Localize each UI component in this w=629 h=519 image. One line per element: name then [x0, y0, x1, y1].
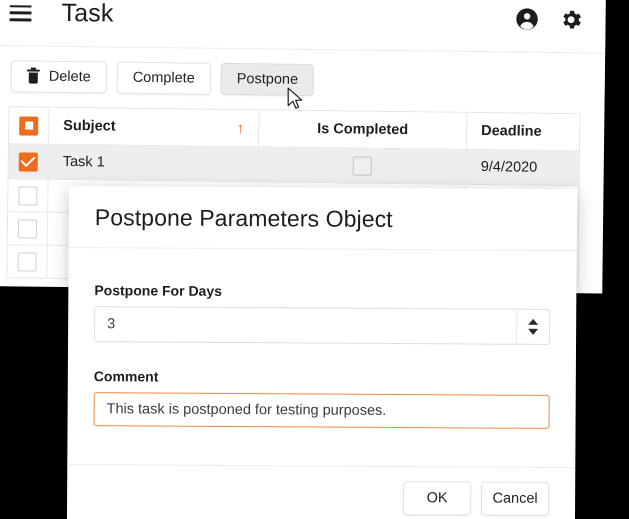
header-select-all-cell — [9, 107, 50, 144]
cell-subject-value: Task 1 — [62, 153, 105, 171]
column-header-subject[interactable]: Subject ↑ — [49, 107, 260, 147]
stepper-buttons[interactable] — [516, 309, 550, 344]
row-select-checkbox[interactable] — [18, 151, 38, 172]
cell-deadline-value: 9/4/2020 — [480, 159, 538, 176]
stepper-decrement-icon[interactable] — [528, 328, 539, 335]
cell-deadline: 9/4/2020 — [467, 150, 579, 185]
cancel-button[interactable]: Cancel — [480, 481, 550, 516]
select-all-checkbox[interactable] — [19, 115, 39, 136]
dialog-title: Postpone Parameters Object — [94, 204, 393, 232]
cell-is-completed — [258, 147, 467, 184]
gear-icon[interactable] — [555, 4, 585, 34]
cancel-button-label: Cancel — [492, 490, 538, 507]
cell-subject: Task 1 — [48, 144, 259, 182]
trash-icon — [26, 69, 40, 85]
postpone-parameters-dialog: Postpone Parameters Object Postpone For … — [66, 186, 577, 519]
action-toolbar: Delete Complete Postpone — [0, 45, 606, 112]
row-select-cell — [8, 144, 49, 179]
sort-ascending-icon: ↑ — [236, 119, 245, 137]
stepper-increment-icon[interactable] — [528, 318, 539, 325]
hamburger-bar — [9, 11, 32, 15]
page-title: Task — [61, 0, 114, 28]
hamburger-bar — [9, 18, 32, 22]
indeterminate-mark-icon — [24, 121, 33, 130]
row-select-cell — [7, 212, 49, 245]
dialog-body: Postpone For Days Comment — [67, 248, 576, 449]
ok-button[interactable]: OK — [402, 481, 472, 516]
postpone-for-days-stepper[interactable] — [94, 306, 551, 345]
row-select-cell — [8, 179, 49, 212]
hamburger-menu-icon[interactable] — [9, 4, 32, 22]
comment-input[interactable] — [93, 392, 550, 429]
comment-label: Comment — [93, 368, 159, 385]
column-header-deadline[interactable]: Deadline — [467, 113, 579, 150]
postpone-for-days-input[interactable] — [95, 307, 517, 344]
check-mark-icon — [20, 152, 36, 168]
account-circle-icon[interactable] — [511, 4, 541, 34]
postpone-button[interactable]: Postpone — [220, 62, 315, 97]
delete-button[interactable]: Delete — [10, 60, 107, 94]
row-select-checkbox[interactable] — [18, 185, 38, 206]
column-header-is-completed[interactable]: Is Completed — [258, 110, 468, 149]
postpone-button-label: Postpone — [236, 71, 299, 88]
column-header-deadline-label: Deadline — [481, 123, 542, 140]
row-select-checkbox[interactable] — [17, 218, 38, 239]
complete-button-label: Complete — [132, 69, 195, 87]
hamburger-bar — [9, 4, 32, 8]
dialog-footer: OK Cancel — [66, 463, 576, 519]
column-header-subject-label: Subject — [63, 117, 116, 135]
dialog-header: Postpone Parameters Object — [68, 186, 577, 252]
postpone-for-days-label: Postpone For Days — [94, 282, 223, 299]
row-select-cell — [7, 245, 48, 278]
screen-root: Task Delete Complete Postpone Subject ↑ … — [0, 0, 629, 519]
column-header-is-completed-label: Is Completed — [317, 121, 409, 139]
ok-button-label: OK — [426, 490, 448, 507]
row-select-checkbox[interactable] — [17, 251, 37, 272]
is-completed-checkbox[interactable] — [352, 155, 372, 176]
header-spacer — [113, 14, 497, 19]
app-header: Task — [0, 0, 606, 54]
complete-button[interactable]: Complete — [116, 61, 211, 95]
delete-button-label: Delete — [48, 68, 91, 86]
